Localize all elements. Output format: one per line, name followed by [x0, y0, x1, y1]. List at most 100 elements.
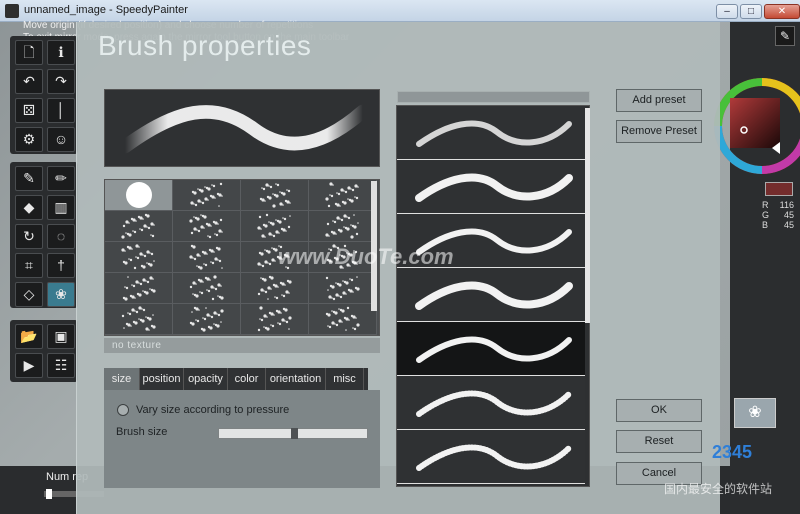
- brush-size-slider[interactable]: [218, 428, 368, 439]
- brush-preview: [104, 89, 380, 167]
- vary-size-radio[interactable]: [117, 404, 129, 416]
- symmetry-icon: ◇: [23, 286, 35, 302]
- save-icon: ▣: [54, 328, 68, 344]
- preset-scrollbar[interactable]: [585, 108, 590, 323]
- texture-cell[interactable]: [173, 180, 241, 211]
- brush-preset[interactable]: [397, 160, 585, 214]
- tab-opacity[interactable]: opacity: [184, 368, 228, 390]
- ok-button[interactable]: OK: [616, 399, 702, 422]
- undo-tool-button[interactable]: ↶: [15, 69, 43, 94]
- fill-bucket-tool-button[interactable]: ◆: [15, 195, 43, 220]
- texture-cell[interactable]: [105, 304, 173, 335]
- document-tool-button[interactable]: 🗋: [15, 40, 43, 65]
- settings-tool-button[interactable]: ⚙: [15, 127, 43, 152]
- redo-tool-button[interactable]: ↷: [47, 69, 75, 94]
- tab-position[interactable]: position: [140, 368, 184, 390]
- texture-cell[interactable]: [173, 304, 241, 335]
- brush-preset-stroke: [416, 390, 572, 417]
- texture-cell[interactable]: [105, 242, 173, 273]
- texture-cell[interactable]: [241, 211, 309, 242]
- texture-cell[interactable]: [309, 273, 377, 304]
- texture-cell[interactable]: [241, 304, 309, 335]
- brush-preset-stroke: [416, 444, 572, 471]
- play-tool-button[interactable]: ▶: [15, 353, 43, 378]
- texture-cell[interactable]: [241, 180, 309, 211]
- dice-tool-button[interactable]: ⚄: [15, 98, 43, 123]
- texture-cell[interactable]: [173, 242, 241, 273]
- saturation-value-square[interactable]: [730, 98, 780, 148]
- info-icon: ℹ: [58, 44, 64, 60]
- brush-preset[interactable]: [397, 376, 585, 430]
- texture-thumbnail: [325, 182, 359, 208]
- brush-preset[interactable]: [397, 106, 585, 160]
- close-button[interactable]: ✕: [764, 4, 800, 19]
- app-icon: [5, 4, 19, 18]
- brain-tool-button[interactable]: ❀: [47, 282, 75, 307]
- tab-misc[interactable]: misc: [326, 368, 364, 390]
- open-folder-icon: 📂: [20, 328, 38, 344]
- pencil-icon: ✏: [55, 170, 67, 186]
- gradient-tool-button[interactable]: ▥: [47, 195, 75, 220]
- brush-preset[interactable]: [397, 268, 585, 322]
- color-wheel[interactable]: [714, 68, 800, 188]
- mirror-tool-button[interactable]: │: [47, 98, 75, 123]
- brush-tool-button[interactable]: ✎: [15, 166, 43, 191]
- preset-list: [396, 105, 590, 487]
- document-icon: 🗋: [23, 44, 35, 60]
- texture-cell[interactable]: [173, 273, 241, 304]
- pencil-tool-button[interactable]: ✏: [47, 166, 75, 191]
- brush-preset[interactable]: [397, 430, 585, 484]
- open-folder-tool-button[interactable]: 📂: [15, 324, 43, 349]
- brush-settings-icon[interactable]: ✎: [775, 26, 795, 46]
- lasso-tool-button[interactable]: ◌: [47, 224, 75, 249]
- reset-button[interactable]: Reset: [616, 430, 702, 453]
- texture-thumbnail: [121, 213, 155, 239]
- num-rep-slider-thumb[interactable]: [46, 489, 52, 499]
- undo-icon: ↶: [23, 73, 35, 89]
- brush-preset[interactable]: [397, 322, 585, 376]
- texture-thumbnail: [189, 306, 224, 332]
- texture-cell[interactable]: [309, 304, 377, 335]
- current-color-swatch[interactable]: [765, 182, 793, 196]
- save-tool-button[interactable]: ▣: [47, 324, 75, 349]
- g-value: 45: [783, 210, 794, 220]
- eyedropper-icon: †: [57, 257, 65, 273]
- people-tool-button[interactable]: ☺: [47, 127, 75, 152]
- maximize-button[interactable]: □: [740, 4, 762, 19]
- gradient-icon: ▥: [54, 199, 68, 215]
- texture-cell[interactable]: [241, 273, 309, 304]
- texture-cell[interactable]: [309, 180, 377, 211]
- texture-cell[interactable]: [173, 211, 241, 242]
- remove-preset-button[interactable]: Remove Preset: [616, 120, 702, 143]
- brush-preset-stroke: [415, 173, 573, 202]
- clapper-icon: ☷: [54, 357, 68, 373]
- rotate-tool-button[interactable]: ↻: [15, 224, 43, 249]
- texture-thumbnail: [325, 306, 360, 331]
- clapper-tool-button[interactable]: ☷: [47, 353, 75, 378]
- texture-cell[interactable]: [105, 211, 173, 242]
- texture-thumbnail: [121, 306, 156, 331]
- texture-thumbnail: [325, 276, 360, 301]
- tab-orientation[interactable]: orientation: [266, 368, 326, 390]
- crop-icon: ⌗: [25, 257, 33, 273]
- add-preset-button[interactable]: Add preset: [616, 89, 702, 112]
- texture-thumbnail: [126, 182, 152, 208]
- brush-size-slider-thumb[interactable]: [291, 428, 298, 439]
- texture-cell[interactable]: [105, 180, 173, 211]
- crop-tool-button[interactable]: ⌗: [15, 253, 43, 278]
- brush-icon: ✎: [23, 170, 35, 186]
- texture-cell[interactable]: [309, 211, 377, 242]
- texture-thumbnail: [190, 182, 223, 207]
- watermark-duote: www.DuoTe.com: [278, 244, 454, 269]
- toolbar-media: 📂 ▣ ▶ ☷: [10, 320, 78, 382]
- tab-size[interactable]: size: [104, 368, 140, 390]
- eyedropper-tool-button[interactable]: †: [47, 253, 75, 278]
- info-tool-button[interactable]: ℹ: [47, 40, 75, 65]
- minimize-button[interactable]: –: [716, 4, 738, 19]
- texture-cell[interactable]: [105, 273, 173, 304]
- symmetry-tool-button[interactable]: ◇: [15, 282, 43, 307]
- watermark-caption: 国内最安全的软件站: [664, 482, 773, 496]
- tab-color[interactable]: color: [228, 368, 266, 390]
- texture-thumbnail: [257, 213, 291, 238]
- layer-thumbnail[interactable]: ❀: [734, 398, 776, 428]
